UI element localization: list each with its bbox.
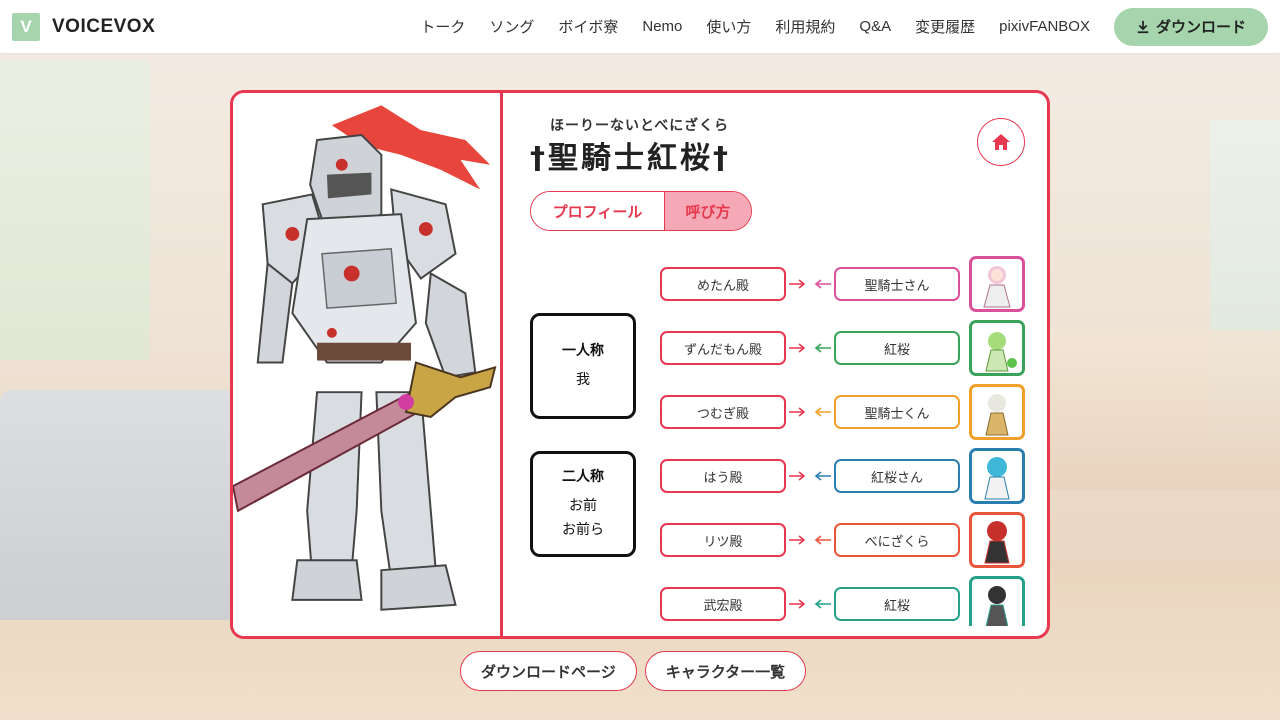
relation-row: 武宏殿 紅桜 xyxy=(660,576,1030,626)
character-name: †聖騎士紅桜† xyxy=(530,141,731,176)
calls-label: 武宏殿 xyxy=(660,587,786,621)
character-thumbnail[interactable] xyxy=(969,320,1025,376)
nav-dorm[interactable]: ボイボ寮 xyxy=(558,16,618,37)
relation-row: リツ殿 べにざくら xyxy=(660,512,1030,568)
nav-talk[interactable]: トーク xyxy=(420,16,465,37)
called-by-label: 紅桜 xyxy=(834,331,960,365)
calls-label: ずんだもん殿 xyxy=(660,331,786,365)
calls-label: はう殿 xyxy=(660,459,786,493)
download-page-button[interactable]: ダウンロードページ xyxy=(460,651,637,691)
relation-row: はう殿 紅桜さん xyxy=(660,448,1030,504)
nav-nemo[interactable]: Nemo xyxy=(642,18,682,35)
first-person-title: 一人称 xyxy=(562,343,604,359)
nav-fanbox[interactable]: pixivFANBOX xyxy=(999,18,1090,35)
character-name-ruby: ほーりーないとべにざくら xyxy=(550,118,730,134)
main-nav: トーク ソング ボイボ寮 Nemo 使い方 利用規約 Q&A 変更履歴 pixi… xyxy=(420,7,1280,46)
relation-row: めたん殿 聖騎士さん xyxy=(660,256,1030,312)
nav-song[interactable]: ソング xyxy=(489,16,534,37)
download-button[interactable]: ダウンロード xyxy=(1113,7,1268,46)
calls-label: リツ殿 xyxy=(660,523,786,557)
arrows-icon xyxy=(786,395,834,429)
second-person-value: お前ら xyxy=(562,522,604,538)
background-table xyxy=(1040,330,1280,490)
nav-qa[interactable]: Q&A xyxy=(859,18,891,35)
character-list-button[interactable]: キャラクター一覧 xyxy=(644,651,807,691)
first-person-box: 一人称 我 xyxy=(530,313,636,419)
called-by-label: 聖騎士くん xyxy=(834,395,960,429)
arrows-icon xyxy=(786,523,834,557)
character-thumbnail[interactable] xyxy=(969,448,1025,504)
relation-row: ずんだもん殿 紅桜 xyxy=(660,320,1030,376)
arrows-icon xyxy=(786,459,834,493)
arrows-icon xyxy=(786,587,834,621)
calls-label: めたん殿 xyxy=(660,267,786,301)
profile-tabs: プロフィール 呼び方 xyxy=(530,191,752,231)
called-by-label: 紅桜さん xyxy=(834,459,960,493)
relation-row: つむぎ殿 聖騎士くん xyxy=(660,384,1030,440)
download-label: ダウンロード xyxy=(1155,19,1246,36)
background-sofa xyxy=(0,390,235,620)
knight-illustration xyxy=(233,105,497,611)
arrows-icon xyxy=(786,331,834,365)
character-card: ほーりーないとべにざくら †聖騎士紅桜† プロフィール 呼び方 一人称 我 二人… xyxy=(230,90,1050,639)
nav-terms[interactable]: 利用規約 xyxy=(775,16,835,37)
download-icon xyxy=(1137,20,1149,33)
called-by-label: べにざくら xyxy=(834,523,960,557)
character-portrait xyxy=(233,93,503,636)
home-button[interactable] xyxy=(977,118,1025,166)
called-by-label: 紅桜 xyxy=(834,587,960,621)
home-icon xyxy=(992,134,1010,150)
nav-howto[interactable]: 使い方 xyxy=(706,16,751,37)
second-person-value: お前 xyxy=(569,498,597,514)
character-thumbnail[interactable] xyxy=(969,256,1025,312)
relation-list: めたん殿 聖騎士さん ずんだもん殿 紅桜 つむぎ殿 聖騎士くん はう殿 紅桜さん… xyxy=(660,256,1030,626)
character-thumbnail[interactable] xyxy=(969,512,1025,568)
second-person-box: 二人称 お前 お前ら xyxy=(530,451,636,557)
first-person-value: 我 xyxy=(576,372,590,388)
called-by-label: 聖騎士さん xyxy=(834,267,960,301)
arrows-icon xyxy=(786,267,834,301)
second-person-title: 二人称 xyxy=(562,469,604,485)
site-header: V VOICEVOX トーク ソング ボイボ寮 Nemo 使い方 利用規約 Q&… xyxy=(0,0,1280,53)
tab-profile[interactable]: プロフィール xyxy=(531,192,665,230)
character-thumbnail[interactable] xyxy=(969,576,1025,626)
bottom-buttons: ダウンロードページ キャラクター一覧 xyxy=(460,651,807,691)
character-info: ほーりーないとべにざくら †聖騎士紅桜† プロフィール 呼び方 一人称 我 二人… xyxy=(506,93,1047,636)
calls-label: つむぎ殿 xyxy=(660,395,786,429)
background-window xyxy=(0,60,150,360)
character-thumbnail[interactable] xyxy=(969,384,1025,440)
tab-call-names[interactable]: 呼び方 xyxy=(665,192,751,230)
logo-text[interactable]: VOICEVOX xyxy=(52,16,155,38)
logo-icon[interactable]: V xyxy=(12,12,40,41)
nav-changelog[interactable]: 変更履歴 xyxy=(915,16,975,37)
